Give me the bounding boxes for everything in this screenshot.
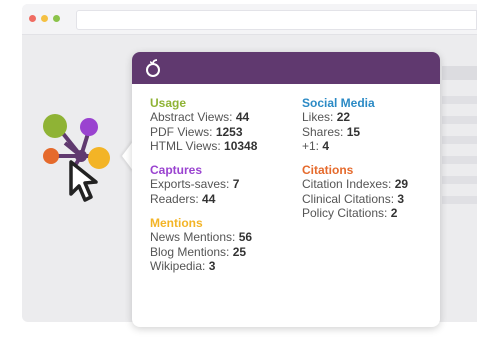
citations-petal — [43, 148, 59, 164]
metric-label: Readers: — [150, 191, 199, 206]
metric-value: 3 — [208, 258, 216, 273]
metric-section-social-media: Social Media Likes: 22 Shares: 15 +1: 4 — [302, 96, 408, 153]
metric-row: Exports-saves: 7 — [150, 177, 257, 191]
plumx-flower-icon[interactable] — [43, 114, 110, 174]
page-placeholder-line — [442, 176, 477, 184]
metric-section-usage: Usage Abstract Views: 44 PDF Views: 1253 HT… — [150, 96, 257, 153]
window-close-button[interactable] — [29, 15, 36, 22]
metric-value: 25 — [232, 244, 247, 259]
metric-label: Blog Mentions: — [150, 244, 230, 259]
section-title: Captures — [150, 163, 203, 178]
metric-label: Citation Indexes: — [302, 177, 392, 192]
metric-label: News Mentions: — [150, 230, 236, 245]
metric-section-captures: Captures Exports-saves: 7 Readers: 44 — [150, 163, 257, 206]
metric-row: Policy Citations: 2 — [302, 206, 408, 220]
metric-label: Shares: — [302, 124, 344, 139]
metric-row: Citation Indexes: 29 — [302, 177, 408, 191]
metric-row: Readers: 44 — [150, 192, 257, 206]
section-title: Mentions — [150, 216, 203, 231]
metrics-left-column: Usage Abstract Views: 44 PDF Views: 1253 HT… — [150, 96, 257, 283]
metric-row: PDF Views: 1253 — [150, 125, 257, 139]
page-placeholder-block — [442, 66, 477, 80]
section-title: Usage — [150, 96, 187, 110]
metric-value: 3 — [397, 191, 405, 206]
metric-section-mentions: Mentions News Mentions: 56 Blog Mentions: … — [150, 216, 257, 273]
metric-value: 1253 — [215, 124, 243, 139]
metric-value: 15 — [346, 124, 361, 139]
page-placeholder-line — [442, 136, 477, 144]
metric-label: Abstract Views: — [150, 110, 233, 125]
metric-row: Abstract Views: 44 — [150, 110, 257, 124]
metric-value: 7 — [232, 177, 240, 192]
metric-label: Clinical Citations: — [302, 191, 395, 206]
page-placeholder-line — [442, 96, 477, 104]
metric-value: 4 — [322, 138, 330, 153]
metric-value: 29 — [394, 177, 409, 192]
plum-logo-icon — [146, 59, 160, 77]
window-maximize-button[interactable] — [53, 15, 60, 22]
metric-row: Clinical Citations: 3 — [302, 192, 408, 206]
mentions-petal — [88, 147, 110, 169]
metric-row: +1: 4 — [302, 139, 408, 153]
section-title: Citations — [302, 163, 354, 178]
metric-value: 2 — [390, 206, 398, 221]
metric-label: Likes: — [302, 110, 334, 125]
flower-center — [75, 150, 87, 162]
metric-label: HTML Views: — [150, 138, 221, 153]
popover-header — [132, 52, 440, 84]
metric-row: Shares: 15 — [302, 125, 408, 139]
window-minimize-button[interactable] — [41, 15, 48, 22]
metric-section-citations: Citations Citation Indexes: 29 Clinical Ci… — [302, 163, 408, 220]
metric-label: Wikipedia: — [150, 258, 206, 273]
metric-row: HTML Views: 10348 — [150, 139, 257, 153]
metric-label: Policy Citations: — [302, 206, 388, 221]
section-title: Social Media — [302, 96, 375, 110]
metric-label: PDF Views: — [150, 124, 213, 139]
page-placeholder-line — [442, 156, 477, 164]
metric-row: Likes: 22 — [302, 110, 408, 124]
metric-row: Blog Mentions: 25 — [150, 245, 257, 259]
metric-value: 44 — [235, 110, 250, 125]
metric-value: 10348 — [224, 138, 258, 153]
metric-value: 44 — [202, 191, 216, 206]
address-bar[interactable] — [76, 10, 477, 30]
metric-row: News Mentions: 56 — [150, 230, 257, 244]
page-placeholder-line — [442, 196, 477, 204]
metric-label: +1: — [302, 138, 320, 153]
page-placeholder-line — [442, 116, 477, 124]
metrics-popover: Usage Abstract Views: 44 PDF Views: 1253 HT… — [132, 52, 440, 327]
usage-petal — [43, 114, 67, 138]
arrow-cursor-icon — [69, 160, 98, 202]
metric-label: Exports-saves: — [150, 177, 230, 192]
plumx-widget[interactable] — [35, 110, 135, 220]
metric-row: Wikipedia: 3 — [150, 259, 257, 273]
captures-petal — [80, 118, 98, 136]
metric-value: 56 — [238, 230, 253, 245]
metrics-right-column: Social Media Likes: 22 Shares: 15 +1: 4 Cita… — [302, 96, 408, 230]
metric-value: 22 — [336, 110, 351, 125]
browser-titlebar — [22, 4, 477, 35]
